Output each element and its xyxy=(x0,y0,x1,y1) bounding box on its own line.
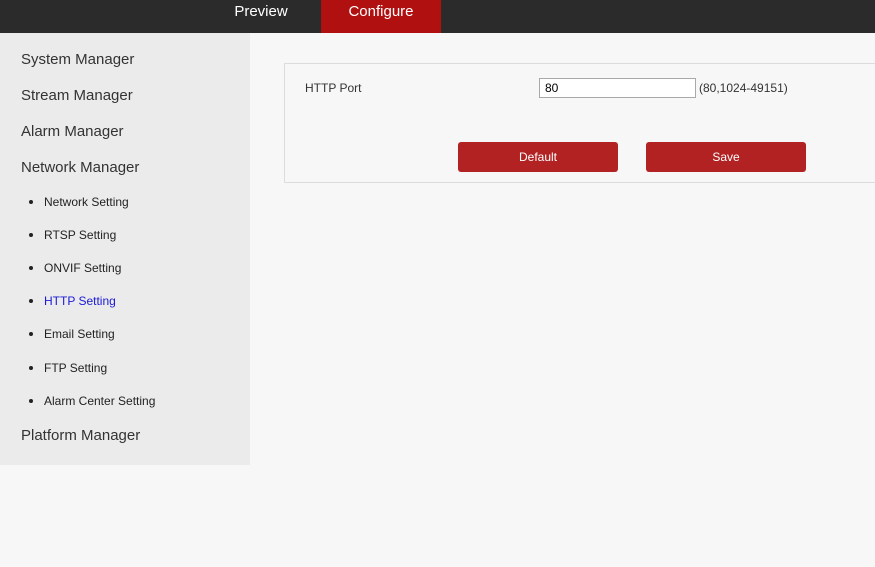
sidebar-item-alarm-manager[interactable]: Alarm Manager xyxy=(21,123,124,140)
sidebar: System Manager Stream Manager Alarm Mana… xyxy=(0,33,250,465)
bullet-icon xyxy=(29,298,33,303)
sidebar-subitem-onvif-setting[interactable]: ONVIF Setting xyxy=(29,261,121,275)
sidebar-subitem-label: Alarm Center Setting xyxy=(44,394,156,408)
tab-configure[interactable]: Configure xyxy=(321,0,441,33)
sidebar-item-system-manager[interactable]: System Manager xyxy=(21,51,134,68)
sidebar-subitem-label: Email Setting xyxy=(44,327,115,341)
sidebar-subitem-label: RTSP Setting xyxy=(44,228,117,242)
http-settings-panel: HTTP Port (80,1024-49151) Default Save xyxy=(284,63,875,183)
http-port-range-hint: (80,1024-49151) xyxy=(699,81,788,95)
sidebar-subitem-rtsp-setting[interactable]: RTSP Setting xyxy=(29,228,116,242)
sidebar-item-platform-manager[interactable]: Platform Manager xyxy=(21,427,140,444)
default-button[interactable]: Default xyxy=(458,142,618,172)
save-button[interactable]: Save xyxy=(646,142,806,172)
sidebar-subitem-ftp-setting[interactable]: FTP Setting xyxy=(29,361,107,375)
sidebar-subitem-label: Network Setting xyxy=(44,195,129,209)
sidebar-subitem-email-setting[interactable]: Email Setting xyxy=(29,327,115,341)
bullet-icon xyxy=(29,232,33,237)
http-port-input[interactable] xyxy=(539,78,696,98)
sidebar-subitem-network-setting[interactable]: Network Setting xyxy=(29,195,129,209)
sidebar-item-network-manager[interactable]: Network Manager xyxy=(21,159,139,176)
sidebar-subitem-label: ONVIF Setting xyxy=(44,261,122,275)
sidebar-subitem-label: HTTP Setting xyxy=(44,294,116,308)
http-port-label: HTTP Port xyxy=(305,81,362,95)
bullet-icon xyxy=(29,199,33,204)
sidebar-item-stream-manager[interactable]: Stream Manager xyxy=(21,87,133,104)
top-nav-bar: Preview Configure xyxy=(0,0,875,33)
sidebar-subitem-alarm-center-setting[interactable]: Alarm Center Setting xyxy=(29,394,155,408)
bullet-icon xyxy=(29,398,33,403)
bullet-icon xyxy=(29,365,33,370)
tab-preview[interactable]: Preview xyxy=(201,0,321,33)
bullet-icon xyxy=(29,331,33,336)
bullet-icon xyxy=(29,265,33,270)
sidebar-subitem-label: FTP Setting xyxy=(44,361,108,375)
sidebar-subitem-http-setting[interactable]: HTTP Setting xyxy=(29,294,116,308)
